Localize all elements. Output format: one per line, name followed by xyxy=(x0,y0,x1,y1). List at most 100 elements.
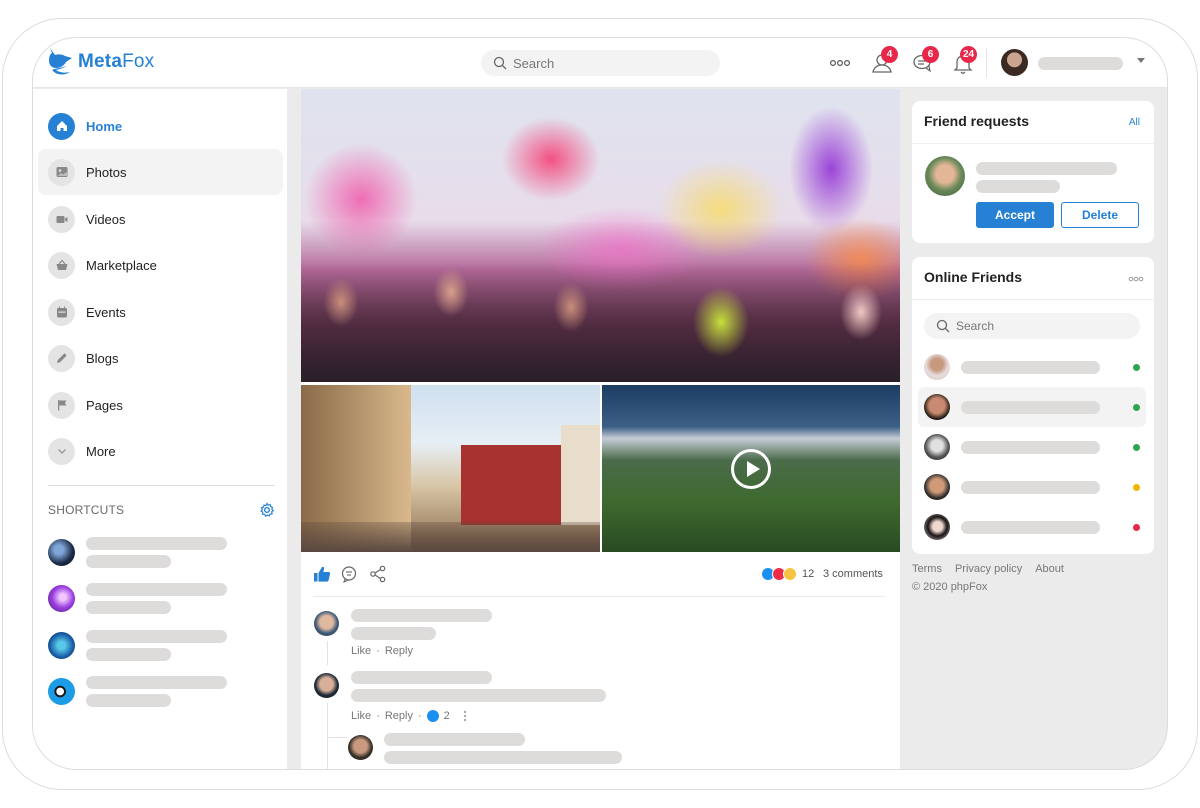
friend-name-placeholder xyxy=(961,521,1100,534)
wow-reaction-icon xyxy=(783,567,797,581)
reaction-count: 12 xyxy=(802,568,815,580)
friend-requests-card: Friend requests All Accept Delete xyxy=(912,101,1154,243)
online-friend-item[interactable] xyxy=(918,507,1146,547)
comments-count-link[interactable]: 3 comments xyxy=(823,568,883,580)
sidebar-item-label: Marketplace xyxy=(86,257,157,273)
chevron-down-icon xyxy=(48,437,75,465)
sidebar-item-label: Pages xyxy=(86,397,123,413)
delete-button[interactable]: Delete xyxy=(1061,202,1139,228)
reply-avatar[interactable] xyxy=(348,735,373,760)
sidebar-item-label: Events xyxy=(86,304,126,320)
footer-link-about[interactable]: About xyxy=(1035,563,1064,575)
reply-author-placeholder xyxy=(384,733,525,746)
friend-request-meta-placeholder xyxy=(976,180,1060,193)
comment-reply-link[interactable]: Reply xyxy=(385,710,413,722)
share-icon[interactable] xyxy=(369,565,387,583)
card-divider xyxy=(912,299,1154,300)
comment-options-icon[interactable] xyxy=(463,710,467,722)
online-friends-title: Online Friends xyxy=(924,269,1023,285)
gear-icon[interactable] xyxy=(259,502,275,518)
friend-request-avatar[interactable] xyxy=(925,156,965,196)
comment-thread-line xyxy=(327,641,328,665)
sidebar-item-label: Home xyxy=(86,118,123,134)
messages-button[interactable]: 6 xyxy=(910,46,939,76)
app-screen: MetaFox 4 xyxy=(32,37,1168,770)
header-search-input[interactable] xyxy=(513,55,693,71)
sidebar-item-events[interactable]: Events xyxy=(38,289,283,335)
shortcut-meta-placeholder xyxy=(86,694,171,707)
reply-connector-line xyxy=(327,737,347,738)
user-avatar[interactable] xyxy=(1001,49,1028,76)
online-friends-search-input[interactable] xyxy=(956,319,1116,333)
logo[interactable]: MetaFox xyxy=(46,46,154,78)
status-online-indicator xyxy=(1133,364,1140,371)
like-thumb-icon[interactable] xyxy=(313,565,331,583)
pencil-icon xyxy=(48,344,75,372)
home-icon xyxy=(48,112,75,140)
comment-icon[interactable] xyxy=(340,565,358,583)
video-icon xyxy=(48,205,75,233)
status-busy-indicator xyxy=(1133,524,1140,531)
comment-author-placeholder xyxy=(351,671,492,684)
more-menu-button[interactable] xyxy=(827,50,853,76)
friend-requests-all-link[interactable]: All xyxy=(1129,117,1140,128)
sidebar-item-more[interactable]: More xyxy=(38,428,283,474)
shortcut-name-placeholder xyxy=(86,630,227,643)
account-menu-caret-icon[interactable] xyxy=(1137,58,1145,63)
card-divider xyxy=(912,143,1154,144)
post-photo-main[interactable] xyxy=(301,89,900,382)
online-friends-search[interactable] xyxy=(924,313,1140,339)
sidebar-item-home[interactable]: Home xyxy=(38,103,283,149)
friend-avatar xyxy=(924,514,950,540)
sidebar-item-blogs[interactable]: Blogs xyxy=(38,335,283,381)
sidebar-divider xyxy=(48,485,275,486)
more-dots-icon[interactable] xyxy=(1128,276,1144,282)
post-actions-bar: 12 3 comments xyxy=(301,552,900,597)
sidebar-item-marketplace[interactable]: Marketplace xyxy=(38,242,283,288)
comment-reply-link[interactable]: Reply xyxy=(385,645,413,657)
post-photo-town[interactable] xyxy=(301,385,600,552)
friend-avatar xyxy=(924,434,950,460)
friend-name-placeholder xyxy=(961,481,1100,494)
shortcut-item[interactable] xyxy=(48,630,288,666)
comment-avatar[interactable] xyxy=(314,673,339,698)
accept-button[interactable]: Accept xyxy=(976,202,1054,228)
shortcut-item[interactable] xyxy=(48,583,288,619)
shortcut-name-placeholder xyxy=(86,537,227,550)
more-dots-icon xyxy=(829,59,851,67)
sidebar-item-pages[interactable]: Pages xyxy=(38,382,283,428)
shortcut-item[interactable] xyxy=(48,537,288,573)
comment-like-link[interactable]: Like xyxy=(351,645,371,657)
play-icon[interactable] xyxy=(731,449,771,489)
friend-name-placeholder xyxy=(961,361,1100,374)
friend-request-name-placeholder xyxy=(976,162,1117,175)
sidebar-item-photos[interactable]: Photos xyxy=(38,149,283,195)
header-search[interactable] xyxy=(481,50,720,76)
comment-like-link[interactable]: Like xyxy=(351,710,371,722)
comment-avatar[interactable] xyxy=(314,611,339,636)
sidebar-item-videos[interactable]: Videos xyxy=(38,196,283,242)
footer-link-terms[interactable]: Terms xyxy=(912,563,942,575)
photo-icon xyxy=(48,158,75,186)
online-friend-item[interactable] xyxy=(918,467,1146,507)
reactions-summary[interactable]: 12 xyxy=(761,567,814,581)
friend-requests-badge: 4 xyxy=(881,46,898,63)
friend-avatar xyxy=(924,354,950,380)
comment-like-count[interactable]: 2 xyxy=(444,710,450,722)
footer-link-privacy[interactable]: Privacy policy xyxy=(955,563,1022,575)
comment-text-placeholder xyxy=(351,627,436,640)
user-name-placeholder[interactable] xyxy=(1038,57,1123,70)
online-friend-item[interactable] xyxy=(918,347,1146,387)
friend-name-placeholder xyxy=(961,401,1100,414)
post-video-thumbnail[interactable] xyxy=(602,385,900,552)
online-friend-item[interactable] xyxy=(918,427,1146,467)
online-friend-item[interactable] xyxy=(918,387,1146,427)
photo-crowd-overlay xyxy=(301,262,900,382)
notifications-button[interactable]: 24 xyxy=(950,46,978,76)
shortcut-item[interactable] xyxy=(48,676,288,712)
friend-requests-button[interactable]: 4 xyxy=(869,46,898,76)
actions-divider xyxy=(313,596,885,597)
shortcut-meta-placeholder xyxy=(86,601,171,614)
reply-text-placeholder xyxy=(384,751,622,764)
photo-street xyxy=(301,522,600,552)
